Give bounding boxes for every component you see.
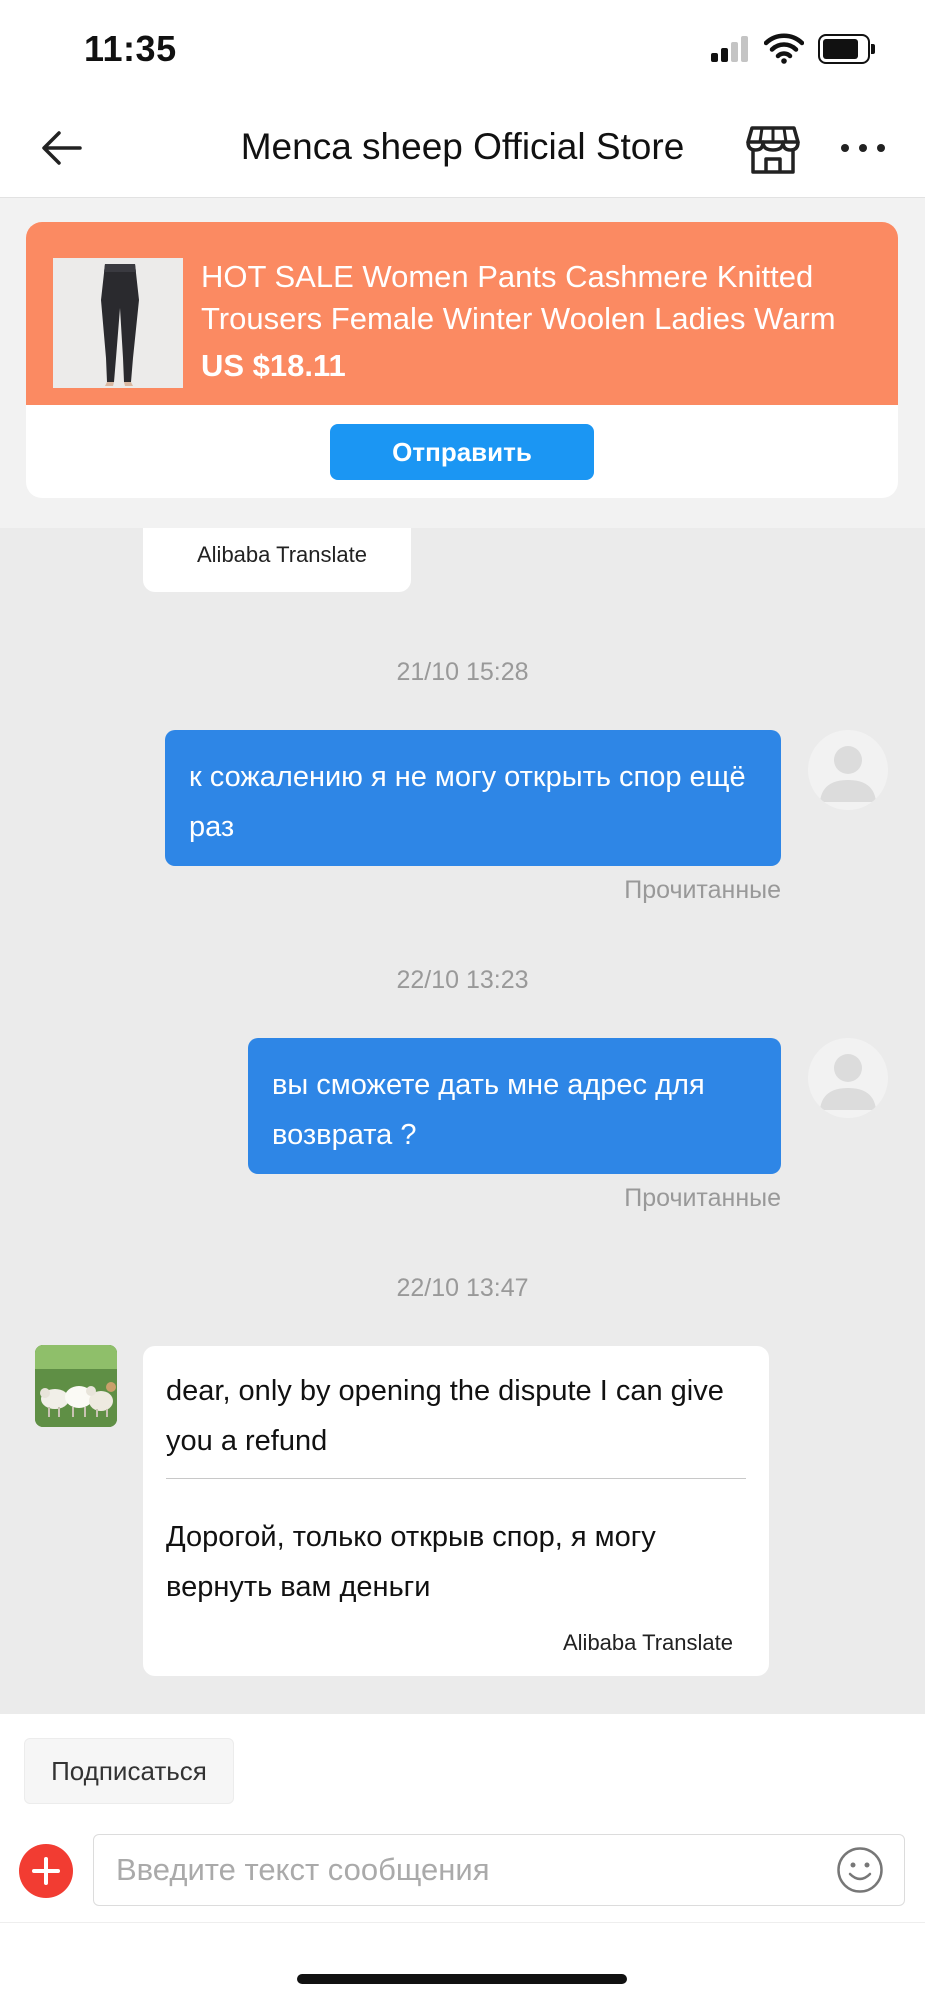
product-image[interactable] (53, 258, 183, 388)
message-translation: Дорогой, только открыв спор, я могу верн… (166, 1521, 656, 1603)
navigation-bar: Menca sheep Official Store (0, 100, 925, 198)
message-text: вы сможете дать мне адрес для возврата ? (272, 1069, 705, 1151)
divider (0, 1922, 925, 1923)
emoji-icon[interactable] (836, 1846, 884, 1894)
product-card[interactable]: HOT SALE Women Pants Cashmere Knitted Tr… (26, 222, 898, 498)
translation-credit-stub: Alibaba Translate (143, 528, 411, 592)
page-title: Menca sheep Official Store (240, 126, 685, 167)
battery-icon (818, 34, 876, 64)
chat-area[interactable]: Alibaba Translate 21/10 15:28 к сожалени… (0, 528, 925, 1714)
message-text: к сожалению я не могу открыть спор ещё р… (189, 761, 746, 843)
product-price: US $18.11 (201, 348, 346, 383)
product-title[interactable]: HOT SALE Women Pants Cashmere Knitted Tr… (201, 256, 881, 340)
subscribe-button[interactable]: Подписаться (24, 1738, 234, 1804)
send-product-button[interactable]: Отправить (330, 424, 594, 480)
add-icon[interactable] (19, 1844, 73, 1898)
status-bar: 11:35 (0, 0, 925, 100)
message-text: dear, only by opening the dispute I can … (166, 1375, 724, 1457)
product-area: HOT SALE Women Pants Cashmere Knitted Tr… (0, 198, 925, 528)
store-avatar[interactable] (35, 1345, 117, 1427)
message-composer: Подписаться (0, 1714, 925, 2000)
user-avatar[interactable] (808, 730, 888, 810)
user-avatar[interactable] (808, 1038, 888, 1118)
message-input[interactable] (93, 1834, 905, 1906)
back-arrow-icon[interactable] (36, 120, 92, 176)
read-status: Прочитанные (624, 1184, 781, 1212)
cellular-signal-icon (711, 36, 751, 62)
message-timestamp: 22/10 13:47 (396, 1274, 529, 1302)
more-icon[interactable] (836, 120, 890, 176)
outgoing-message[interactable]: к сожалению я не могу открыть спор ещё р… (165, 730, 781, 866)
outgoing-message[interactable]: вы сможете дать мне адрес для возврата ? (248, 1038, 781, 1174)
message-timestamp: 21/10 15:28 (396, 658, 529, 686)
product-banner[interactable]: HOT SALE Women Pants Cashmere Knitted Tr… (26, 222, 898, 405)
wifi-icon (764, 33, 804, 64)
status-time: 11:35 (84, 28, 177, 69)
translation-credit: Alibaba Translate (197, 542, 367, 567)
incoming-message[interactable]: dear, only by opening the dispute I can … (143, 1346, 769, 1676)
home-indicator[interactable] (297, 1974, 627, 1984)
translation-credit: Alibaba Translate (563, 1630, 733, 1655)
message-timestamp: 22/10 13:23 (396, 966, 529, 994)
read-status: Прочитанные (624, 876, 781, 904)
translation-divider (166, 1478, 746, 1479)
store-icon[interactable] (744, 120, 802, 178)
